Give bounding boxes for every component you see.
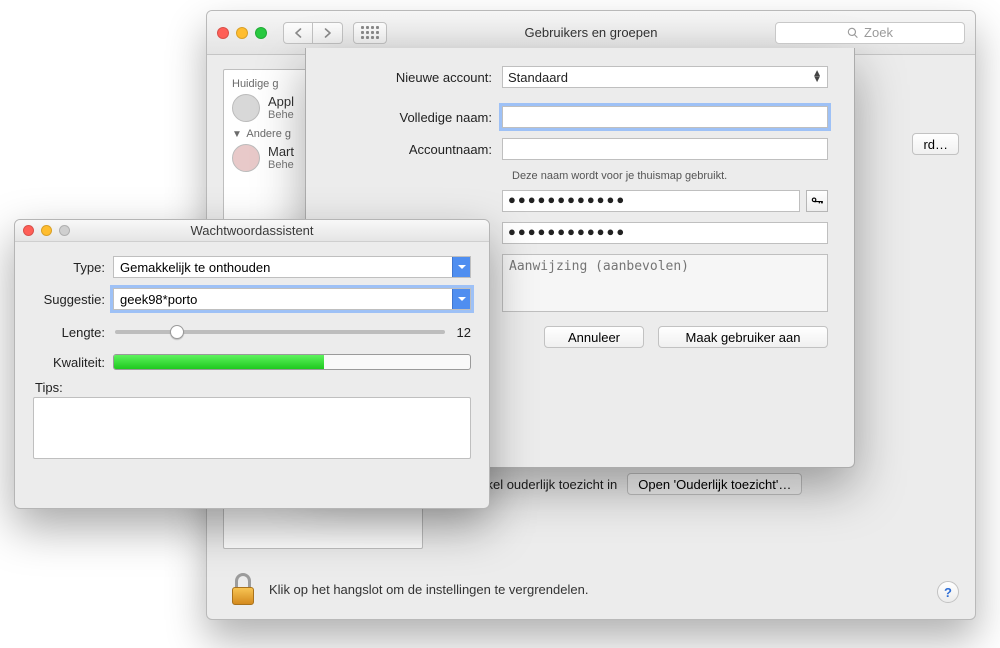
quality-fill bbox=[114, 355, 324, 369]
suggestion-combo[interactable] bbox=[113, 288, 471, 310]
disclosure-triangle-icon[interactable]: ▼ bbox=[232, 129, 242, 140]
search-input[interactable]: Zoek bbox=[775, 22, 965, 44]
length-slider[interactable] bbox=[115, 322, 445, 342]
avatar-icon bbox=[232, 94, 260, 122]
length-value: 12 bbox=[457, 325, 471, 340]
chevron-updown-icon: ▲▼ bbox=[812, 71, 822, 83]
type-value bbox=[114, 257, 452, 277]
password-input[interactable]: ●●●●●●●●●●●● bbox=[502, 190, 800, 212]
lock-row: Klik op het hangslot om de instellingen … bbox=[229, 573, 588, 605]
help-button[interactable]: ? bbox=[937, 581, 959, 603]
password-assistant-window: Wachtwoordassistent Type: Suggestie: Len… bbox=[14, 219, 490, 509]
change-password-button[interactable]: rd… bbox=[912, 133, 959, 155]
quality-meter bbox=[113, 354, 471, 370]
sidebar-item-role: Behe bbox=[268, 159, 294, 171]
full-name-input[interactable] bbox=[502, 106, 828, 128]
type-select[interactable] bbox=[113, 256, 471, 278]
account-name-hint: Deze naam wordt voor je thuismap gebruik… bbox=[512, 170, 828, 182]
search-placeholder: Zoek bbox=[864, 25, 893, 40]
sidebar-item-label: Appl bbox=[268, 95, 294, 109]
sidebar-item-label: Mart bbox=[268, 145, 294, 159]
select-value: Standaard bbox=[508, 70, 568, 85]
suggestion-label: Suggestie: bbox=[33, 292, 113, 307]
account-name-input[interactable] bbox=[502, 138, 828, 160]
padlock-icon[interactable] bbox=[229, 573, 257, 605]
key-icon bbox=[810, 194, 824, 208]
account-name-label: Accountnaam: bbox=[332, 142, 502, 157]
create-user-button[interactable]: Maak gebruiker aan bbox=[658, 326, 828, 348]
length-label: Lengte: bbox=[33, 325, 113, 340]
avatar-icon bbox=[232, 144, 260, 172]
tips-label: Tips: bbox=[35, 380, 471, 395]
password-assistant-button[interactable] bbox=[806, 190, 828, 212]
open-parental-controls-button[interactable]: Open 'Ouderlijk toezicht'… bbox=[627, 473, 802, 495]
new-account-label: Nieuwe account: bbox=[332, 70, 502, 85]
lock-hint-text: Klik op het hangslot om de instellingen … bbox=[269, 582, 588, 597]
tips-box bbox=[33, 397, 471, 459]
assistant-title: Wachtwoordassistent bbox=[15, 223, 489, 238]
type-label: Type: bbox=[33, 260, 113, 275]
assistant-titlebar: Wachtwoordassistent bbox=[15, 220, 489, 242]
chevron-down-icon[interactable] bbox=[452, 257, 470, 277]
quality-label: Kwaliteit: bbox=[33, 355, 113, 370]
parental-controls-label: hakel ouderlijk toezicht in bbox=[472, 477, 617, 492]
sidebar-item-role: Behe bbox=[268, 109, 294, 121]
full-name-label: Volledige naam: bbox=[332, 110, 502, 125]
search-icon bbox=[847, 27, 859, 39]
password-hint-input[interactable] bbox=[502, 254, 828, 312]
chevron-down-icon[interactable] bbox=[452, 289, 470, 309]
new-account-type-select[interactable]: Standaard ▲▼ bbox=[502, 66, 828, 88]
suggestion-input[interactable] bbox=[114, 289, 452, 309]
password-verify-input[interactable]: ●●●●●●●●●●●● bbox=[502, 222, 828, 244]
cancel-button[interactable]: Annuleer bbox=[544, 326, 644, 348]
